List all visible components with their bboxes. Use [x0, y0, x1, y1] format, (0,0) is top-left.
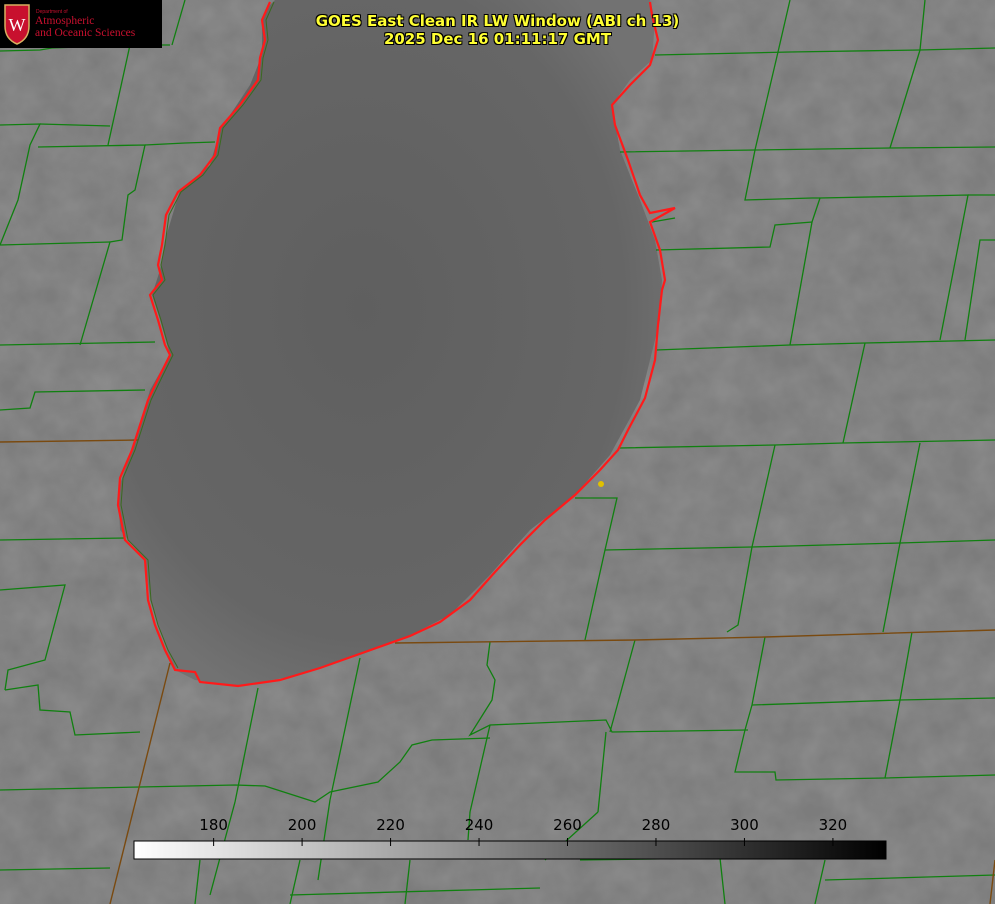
satellite-image-map: [0, 0, 995, 904]
satellite-viewer: W Department of Atmospheric and Oceanic …: [0, 0, 995, 904]
location-marker: [598, 481, 604, 487]
image-title: GOES East Clean IR LW Window (ABI ch 13): [315, 12, 680, 30]
image-timestamp: 2025 Dec 16 01:11:17 GMT: [383, 30, 612, 48]
